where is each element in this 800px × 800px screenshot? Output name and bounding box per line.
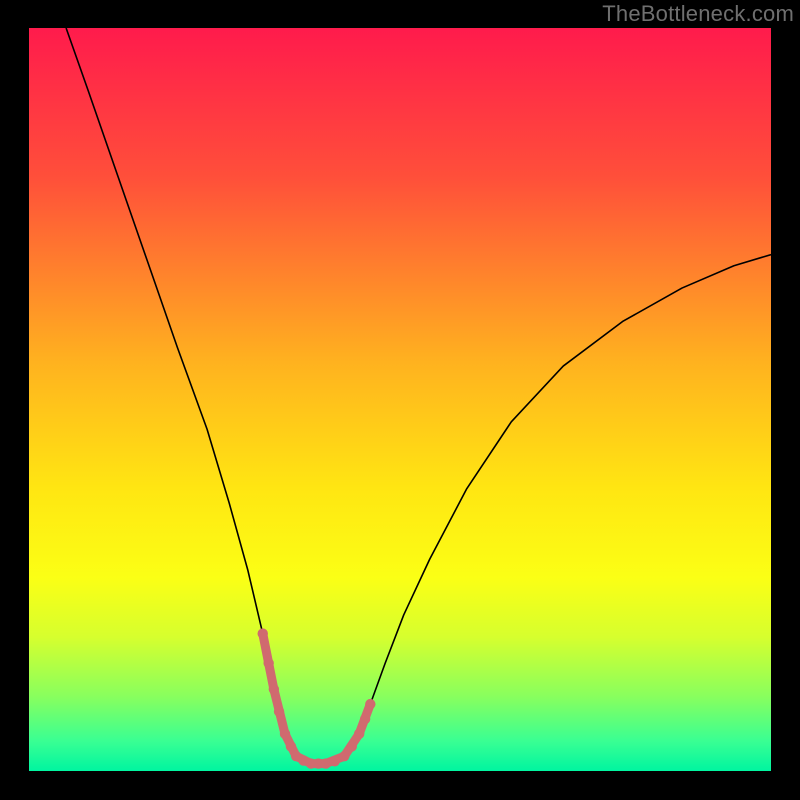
chart-svg [29, 28, 771, 771]
plot-area [29, 28, 771, 771]
watermark-text: TheBottleneck.com [602, 1, 794, 27]
chart-frame: TheBottleneck.com [0, 0, 800, 800]
gradient-background [29, 28, 771, 771]
